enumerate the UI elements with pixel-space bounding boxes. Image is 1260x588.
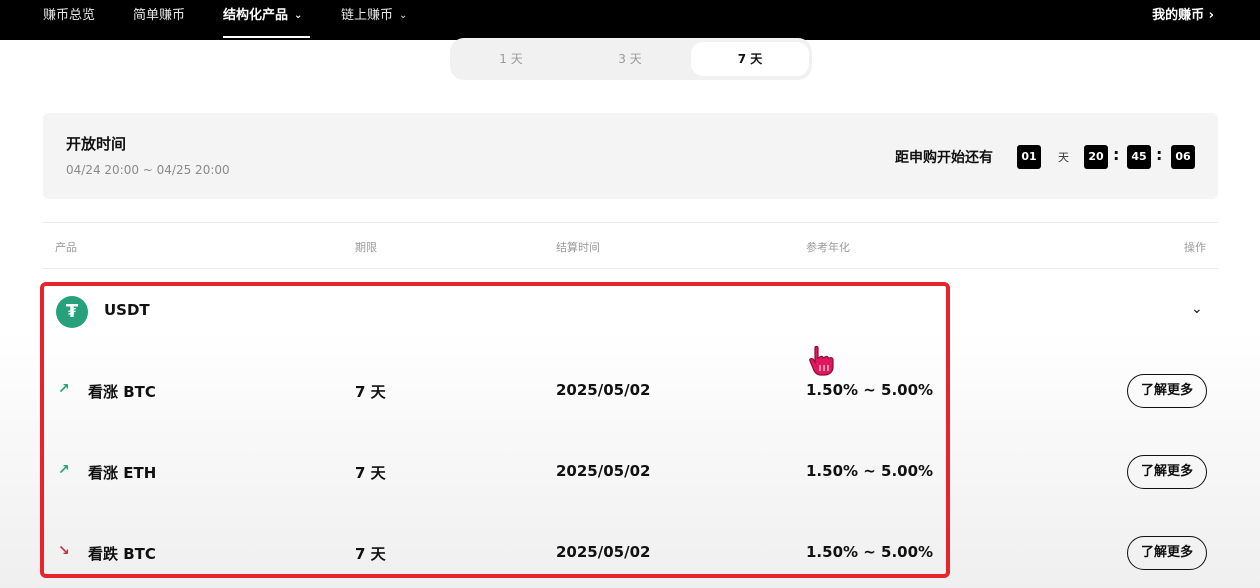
my-earn-link[interactable]: 我的赚币 ›	[1152, 0, 1214, 40]
open-time-range: 04/24 20:00 ~ 04/25 20:00	[66, 163, 230, 177]
chevron-down-icon[interactable]: ⌄	[1191, 301, 1203, 317]
table-row[interactable]: ↗ 看涨 ETH 7 天 2025/05/02 1.50% ~ 5.00% 了解…	[0, 452, 1260, 492]
nav-structured-products[interactable]: 结构化产品 ⌄	[223, 0, 302, 40]
learn-more-button[interactable]: 了解更多	[1127, 374, 1207, 408]
usdt-coin-icon: ₮	[56, 296, 88, 328]
nav-onchain-earn-label: 链上赚币	[341, 8, 394, 23]
tab-7-days[interactable]: 7 天	[691, 42, 809, 76]
table-row[interactable]: ↗ 看涨 BTC 7 天 2025/05/02 1.50% ~ 5.00% 了解…	[0, 371, 1260, 411]
nav-active-underline	[223, 36, 310, 38]
hand-cursor-icon	[809, 345, 834, 376]
countdown-hours: 20	[1084, 145, 1108, 169]
open-time-card: 开放时间 04/24 20:00 ~ 04/25 20:00 距申购开始还有 0…	[43, 113, 1218, 199]
nav-onchain-earn[interactable]: 链上赚币 ⌄	[341, 0, 407, 40]
product-term: 7 天	[355, 464, 386, 482]
header-action: 操作	[1184, 241, 1206, 254]
nav-simple-earn[interactable]: 简单赚币	[133, 0, 185, 40]
countdown-seconds: 06	[1171, 145, 1195, 169]
divider	[43, 268, 1218, 269]
countdown-days: 01	[1017, 145, 1041, 169]
countdown-label: 距申购开始还有	[895, 150, 993, 166]
product-settlement: 2025/05/02	[556, 543, 651, 561]
header-apy: 参考年化	[806, 241, 850, 254]
tab-3-days[interactable]: 3 天	[571, 42, 689, 76]
table-row[interactable]: ↘ 看跌 BTC 7 天 2025/05/02 1.50% ~ 5.00% 了解…	[0, 533, 1260, 573]
top-nav: 赚币总览 简单赚币 结构化产品 ⌄ 链上赚币 ⌄ 我的赚币 ›	[0, 0, 1260, 40]
group-coin-name: USDT	[104, 301, 150, 319]
product-name: 看涨 ETH	[88, 464, 157, 482]
countdown-colon: :	[1156, 145, 1163, 164]
product-name: 看跌 BTC	[88, 545, 156, 563]
header-product: 产品	[55, 241, 77, 254]
arrow-up-right-icon: ↗	[58, 381, 70, 397]
chevron-down-icon: ⌄	[399, 10, 408, 21]
product-term: 7 天	[355, 383, 386, 401]
product-settlement: 2025/05/02	[556, 462, 651, 480]
learn-more-button[interactable]: 了解更多	[1127, 536, 1207, 570]
product-name: 看涨 BTC	[88, 383, 156, 401]
tab-1-day[interactable]: 1 天	[452, 42, 570, 76]
learn-more-button[interactable]: 了解更多	[1127, 455, 1207, 489]
product-apy: 1.50% ~ 5.00%	[806, 381, 934, 399]
nav-structured-products-label: 结构化产品	[223, 8, 289, 23]
duration-tabs: 1 天 3 天 7 天	[450, 38, 812, 80]
header-settlement: 结算时间	[556, 241, 600, 254]
divider	[43, 222, 1218, 223]
countdown-minutes: 45	[1127, 145, 1151, 169]
open-time-title: 开放时间	[66, 135, 127, 153]
header-term: 期限	[355, 241, 377, 254]
countdown-day-unit: 天	[1058, 151, 1069, 164]
product-settlement: 2025/05/02	[556, 381, 651, 399]
countdown-colon: :	[1113, 145, 1120, 164]
product-apy: 1.50% ~ 5.00%	[806, 543, 934, 561]
arrow-down-right-icon: ↘	[58, 543, 70, 559]
nav-earn-overview[interactable]: 赚币总览	[43, 0, 95, 40]
product-term: 7 天	[355, 545, 386, 563]
product-apy: 1.50% ~ 5.00%	[806, 462, 934, 480]
chevron-down-icon: ⌄	[294, 10, 303, 21]
arrow-up-right-icon: ↗	[58, 462, 70, 478]
